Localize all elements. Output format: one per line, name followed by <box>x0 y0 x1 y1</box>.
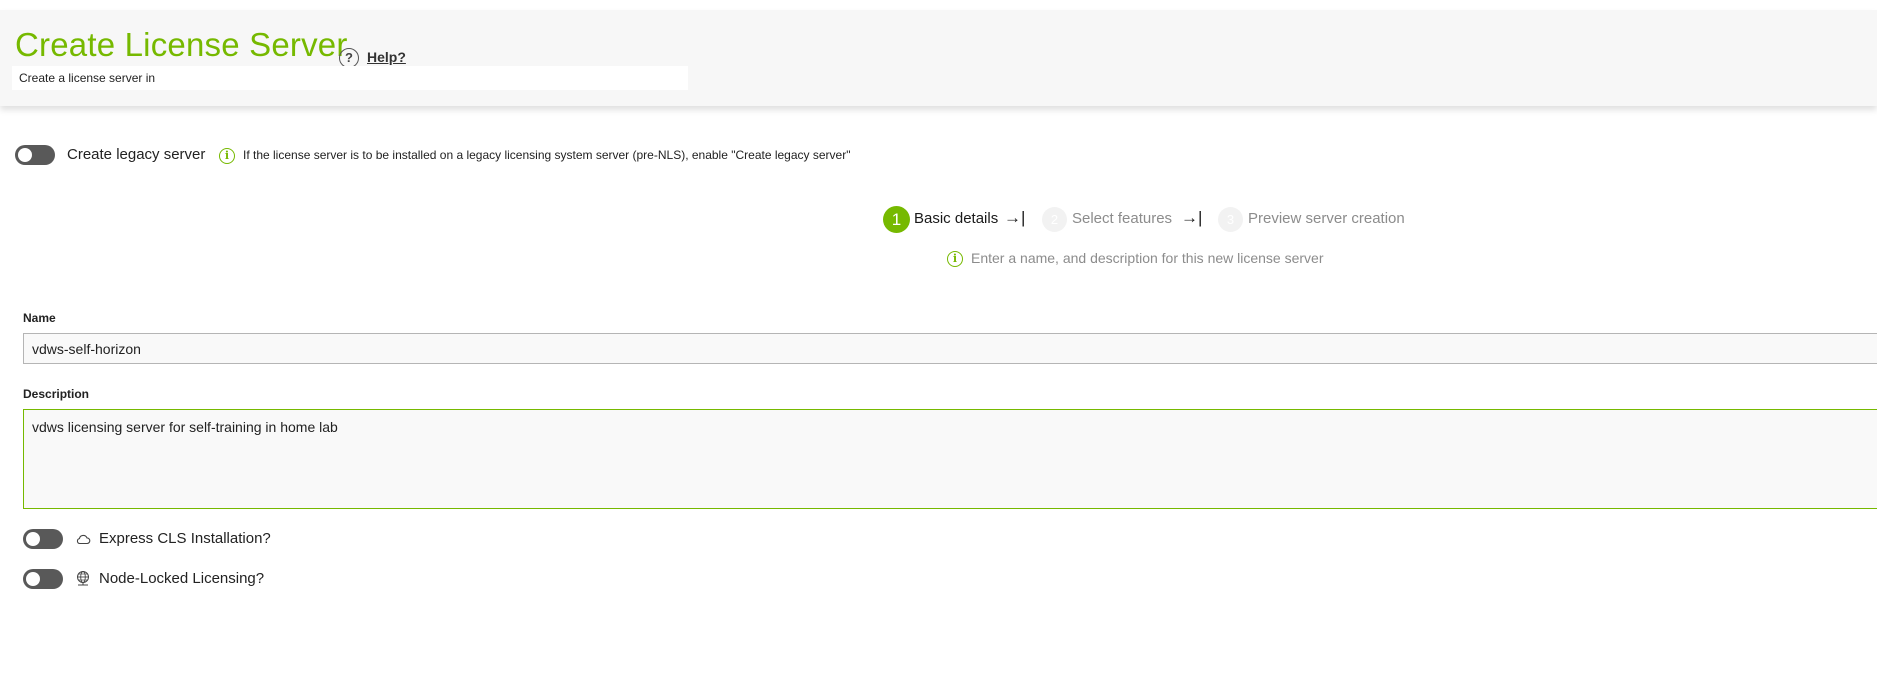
step-1-indicator: 1 <box>883 206 910 233</box>
step-3-indicator: 3 <box>1218 207 1243 232</box>
legacy-server-info: If the license server is to be installed… <box>243 148 851 162</box>
name-input[interactable] <box>23 333 1877 364</box>
help-icon[interactable]: ? <box>339 48 359 68</box>
description-label: Description <box>23 387 90 401</box>
step-arrow-icon: →| <box>1181 208 1203 227</box>
page-header: Create License Server ? Help? Create a l… <box>0 10 1877 106</box>
description-input[interactable]: vdws licensing server for self-training … <box>23 409 1877 509</box>
toggle-knob <box>26 532 40 546</box>
step-2-indicator: 2 <box>1042 207 1067 232</box>
express-cls-label: Express CLS Installation? <box>99 530 271 547</box>
step-arrow-icon: →| <box>1004 208 1026 227</box>
page-title: Create License Server <box>15 26 348 63</box>
toggle-knob <box>18 148 32 162</box>
step-hint: Enter a name, and description for this n… <box>971 250 1324 266</box>
subtitle-box: Create a license server in <box>12 66 688 90</box>
step-1-label[interactable]: Basic details <box>914 210 998 227</box>
info-icon: i <box>947 251 963 267</box>
toggle-knob <box>26 572 40 586</box>
step-3-label[interactable]: Preview server creation <box>1248 210 1405 227</box>
step-2-label[interactable]: Select features <box>1072 210 1172 227</box>
page-subtitle: Create a license server in <box>19 71 156 85</box>
legacy-server-label: Create legacy server <box>67 146 206 163</box>
name-label: Name <box>23 311 56 325</box>
globe-icon <box>77 571 89 586</box>
cloud-icon <box>76 534 91 545</box>
node-locked-label: Node-Locked Licensing? <box>99 570 265 587</box>
info-icon: i <box>219 148 235 164</box>
help-link[interactable]: Help? <box>367 49 406 65</box>
express-cls-toggle[interactable] <box>23 529 63 549</box>
legacy-server-toggle[interactable] <box>15 145 55 165</box>
node-locked-toggle[interactable] <box>23 569 63 589</box>
